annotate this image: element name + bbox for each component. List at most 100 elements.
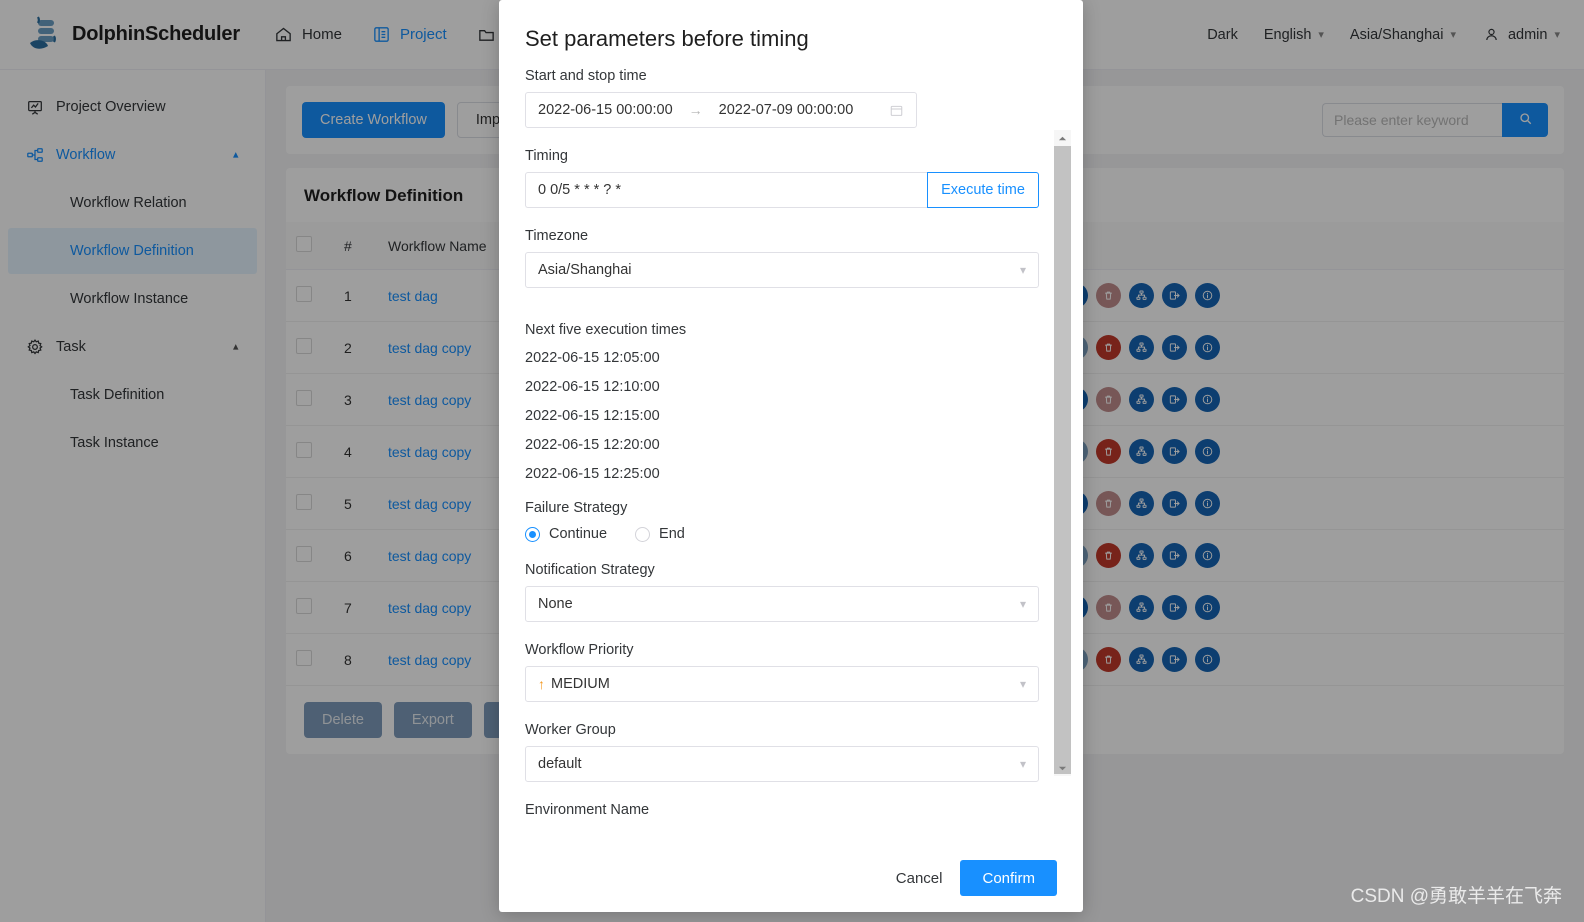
workflow-name-link[interactable]: test dag copy (388, 600, 471, 616)
op-delete-icon[interactable] (1096, 647, 1121, 672)
workflow-priority-select[interactable]: ↑ MEDIUM ▾ (525, 666, 1039, 702)
row-checkbox[interactable] (296, 546, 312, 562)
op-tree-icon[interactable] (1129, 387, 1154, 412)
scroll-up-arrow-icon[interactable] (1054, 130, 1071, 146)
radio-continue-icon[interactable] (525, 526, 540, 542)
theme-toggle[interactable]: Dark (1207, 27, 1238, 43)
execute-time-button[interactable]: Execute time (927, 172, 1039, 208)
op-export-icon[interactable] (1162, 543, 1187, 568)
op-export-icon[interactable] (1162, 439, 1187, 464)
dialog-scrollbar-thumb[interactable] (1054, 146, 1071, 774)
nav-item-project[interactable]: Project (372, 25, 447, 44)
cron-input[interactable] (525, 172, 927, 208)
sidebar-item-workflow[interactable]: Workflow ▾ (8, 132, 257, 178)
op-tree-icon[interactable] (1129, 491, 1154, 516)
op-delete-icon[interactable] (1096, 283, 1121, 308)
row-checkbox[interactable] (296, 494, 312, 510)
sidebar-item-workflow-instance[interactable]: Workflow Instance (8, 276, 257, 322)
op-tree-icon[interactable] (1129, 595, 1154, 620)
op-tree-icon[interactable] (1129, 283, 1154, 308)
op-export-icon[interactable] (1162, 491, 1187, 516)
brand[interactable]: DolphinScheduler (24, 15, 240, 54)
delete-button[interactable]: Delete (304, 702, 382, 738)
col-index: # (334, 222, 378, 270)
sidebar-item-workflow-relation[interactable]: Workflow Relation (8, 180, 257, 226)
workflow-name-link[interactable]: test dag copy (388, 340, 471, 356)
sidebar-label: Workflow (56, 147, 116, 163)
op-version-icon[interactable] (1195, 491, 1220, 516)
sidebar-label: Task (56, 339, 86, 355)
row-checkbox[interactable] (296, 338, 312, 354)
op-export-icon[interactable] (1162, 647, 1187, 672)
op-delete-icon[interactable] (1096, 491, 1121, 516)
op-version-icon[interactable] (1195, 543, 1220, 568)
user-menu[interactable]: admin ▾ (1482, 25, 1560, 44)
workflow-name-link[interactable]: test dag copy (388, 444, 471, 460)
op-delete-icon[interactable] (1096, 439, 1121, 464)
timezone-label: Timezone (525, 228, 589, 244)
workflow-name-link[interactable]: test dag copy (388, 652, 471, 668)
failure-option-continue[interactable]: Continue (525, 526, 607, 542)
sidebar-item-task[interactable]: Task ▾ (8, 324, 257, 370)
op-export-icon[interactable] (1162, 387, 1187, 412)
row-checkbox[interactable] (296, 390, 312, 406)
sidebar-item-task-definition[interactable]: Task Definition (8, 372, 257, 418)
op-tree-icon[interactable] (1129, 439, 1154, 464)
worker-group-label: Worker Group (525, 722, 616, 738)
search-button[interactable] (1502, 103, 1548, 137)
row-select-cell (286, 477, 334, 530)
language-selector[interactable]: English ▾ (1264, 27, 1324, 43)
dialog-scrollbar[interactable] (1054, 130, 1071, 776)
worker-group-select[interactable]: default ▾ (525, 746, 1039, 782)
op-tree-icon[interactable] (1129, 647, 1154, 672)
op-export-icon[interactable] (1162, 595, 1187, 620)
sidebar-item-task-instance[interactable]: Task Instance (8, 420, 257, 466)
create-workflow-button[interactable]: Create Workflow (302, 102, 445, 138)
scroll-down-arrow-icon[interactable] (1054, 760, 1071, 776)
op-version-icon[interactable] (1195, 283, 1220, 308)
stop-time-value[interactable]: 2022-07-09 00:00:00 (719, 102, 854, 118)
chevron-up-icon[interactable]: ▾ (233, 149, 239, 162)
search-input[interactable] (1322, 103, 1502, 137)
failure-option-end[interactable]: End (635, 526, 685, 542)
calendar-icon[interactable] (889, 103, 904, 118)
sidebar-item-project-overview[interactable]: Project Overview (8, 84, 257, 130)
op-delete-icon[interactable] (1096, 387, 1121, 412)
select-all-checkbox[interactable] (296, 236, 312, 252)
timezone-select[interactable]: Asia/Shanghai ▾ (525, 252, 1039, 288)
row-checkbox[interactable] (296, 598, 312, 614)
workflow-name-link[interactable]: test dag copy (388, 392, 471, 408)
op-export-icon[interactable] (1162, 283, 1187, 308)
sidebar-label: Task Instance (70, 435, 159, 451)
workflow-name-link[interactable]: test dag (388, 288, 438, 304)
op-version-icon[interactable] (1195, 595, 1220, 620)
nav-item-home[interactable]: Home (274, 25, 342, 44)
start-time-value[interactable]: 2022-06-15 00:00:00 (538, 102, 673, 118)
op-delete-icon[interactable] (1096, 543, 1121, 568)
sidebar-item-workflow-definition[interactable]: Workflow Definition (8, 228, 257, 274)
op-tree-icon[interactable] (1129, 335, 1154, 360)
op-version-icon[interactable] (1195, 335, 1220, 360)
chevron-up-icon[interactable]: ▾ (233, 341, 239, 354)
notification-strategy-select[interactable]: None ▾ (525, 586, 1039, 622)
workflow-name-link[interactable]: test dag copy (388, 548, 471, 564)
op-version-icon[interactable] (1195, 387, 1220, 412)
workflow-name-link[interactable]: test dag copy (388, 496, 471, 512)
export-button[interactable]: Export (393, 702, 472, 738)
op-delete-icon[interactable] (1096, 595, 1121, 620)
op-export-icon[interactable] (1162, 335, 1187, 360)
radio-end-icon[interactable] (635, 526, 651, 542)
row-checkbox[interactable] (296, 650, 312, 666)
op-delete-icon[interactable] (1096, 335, 1121, 360)
failure-strategy-group: Continue End (525, 526, 1041, 542)
op-version-icon[interactable] (1195, 439, 1220, 464)
confirm-button[interactable]: Confirm (960, 860, 1057, 896)
op-tree-icon[interactable] (1129, 543, 1154, 568)
cancel-button[interactable]: Cancel (896, 870, 943, 887)
start-stop-time-picker[interactable]: 2022-06-15 00:00:00 → 2022-07-09 00:00:0… (525, 92, 917, 128)
row-checkbox[interactable] (296, 442, 312, 458)
theme-label: Dark (1207, 26, 1238, 43)
row-checkbox[interactable] (296, 286, 312, 302)
timezone-selector[interactable]: Asia/Shanghai ▾ (1350, 27, 1456, 43)
op-version-icon[interactable] (1195, 647, 1220, 672)
